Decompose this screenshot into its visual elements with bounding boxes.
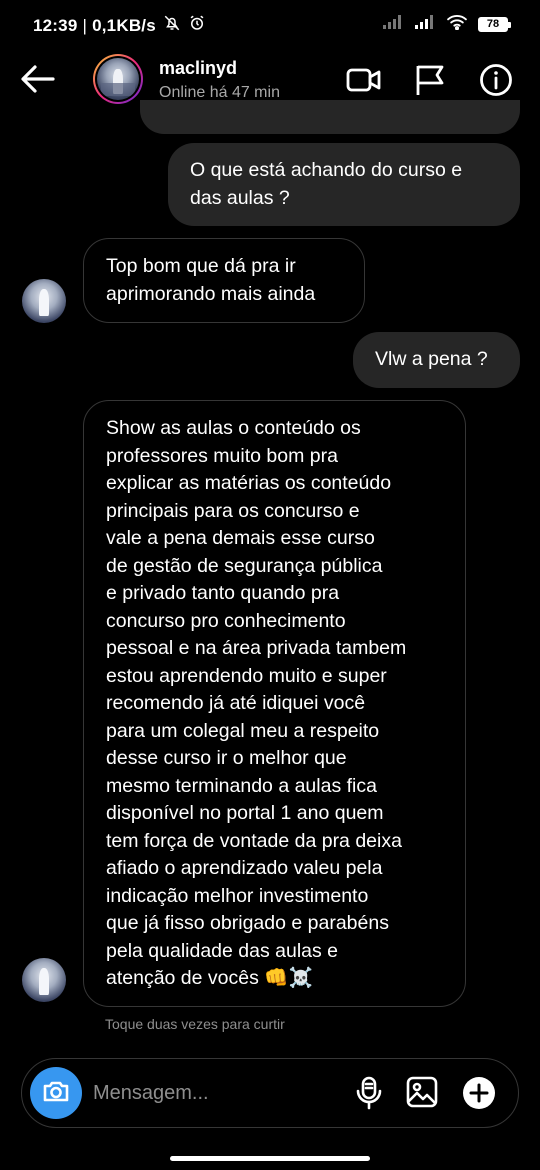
- flag-icon: [414, 65, 446, 101]
- status-left: 12:39 | 0,1KB/s: [33, 14, 206, 37]
- message-bubble-incoming[interactable]: Show as aulas o conteúdo os professores …: [83, 400, 466, 1007]
- status-network-speed: 0,1KB/s: [92, 15, 156, 35]
- message-bubble-incoming[interactable]: Top bom que dá pra ir aprimorando mais a…: [83, 238, 365, 323]
- chat-avatar[interactable]: [22, 958, 66, 1002]
- gallery-button[interactable]: [406, 1076, 440, 1110]
- message-composer: [21, 1058, 519, 1128]
- previous-message-bubble: [140, 100, 520, 134]
- status-time: 12:39: [33, 15, 78, 35]
- camera-button[interactable]: [30, 1067, 82, 1119]
- status-bar: 12:39 | 0,1KB/s 78: [0, 0, 540, 48]
- camera-icon: [42, 1079, 70, 1108]
- info-icon: [479, 64, 513, 101]
- alarm-icon: [188, 14, 206, 37]
- info-button[interactable]: [479, 63, 513, 97]
- microphone-icon: [354, 1076, 384, 1114]
- avatar-image: [97, 58, 139, 100]
- avatar-inner: [95, 56, 141, 102]
- signal-icon: [382, 14, 404, 35]
- home-indicator[interactable]: [170, 1156, 370, 1161]
- double-tap-hint: Toque duas vezes para curtir: [105, 1016, 285, 1032]
- avatar[interactable]: [93, 54, 143, 104]
- back-arrow-icon: [20, 65, 56, 99]
- chat-avatar[interactable]: [22, 279, 66, 323]
- more-options-button[interactable]: [462, 1076, 496, 1110]
- status-right: 78: [382, 14, 511, 35]
- gallery-icon: [406, 1076, 438, 1112]
- signal-icon: [414, 14, 436, 35]
- back-button[interactable]: [20, 63, 56, 95]
- message-bubble-outgoing[interactable]: Vlw a pena ?: [353, 332, 520, 388]
- video-call-icon: [346, 68, 382, 101]
- report-button[interactable]: [414, 63, 448, 97]
- mute-icon: [163, 14, 181, 37]
- voice-message-button[interactable]: [354, 1076, 388, 1110]
- battery-icon: 78: [478, 17, 511, 32]
- wifi-icon: [446, 14, 468, 35]
- message-bubble-outgoing[interactable]: O que está achando do curso e das aulas …: [168, 143, 520, 226]
- status-separator: |: [82, 15, 88, 35]
- message-input[interactable]: [93, 1077, 343, 1109]
- username[interactable]: maclinyd: [159, 58, 237, 79]
- video-call-button[interactable]: [346, 63, 381, 97]
- plus-icon: [462, 1077, 496, 1114]
